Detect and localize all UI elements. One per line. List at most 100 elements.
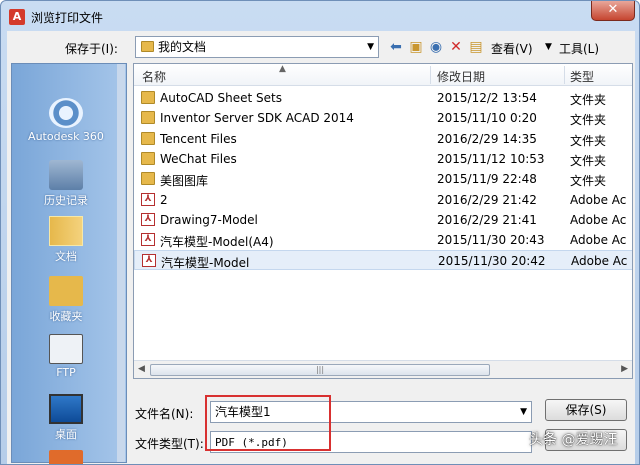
file-name: AutoCAD Sheet Sets xyxy=(160,91,282,105)
file-name: Inventor Server SDK ACAD 2014 xyxy=(160,111,354,126)
search-web-icon[interactable]: ◉ xyxy=(427,38,445,56)
location-value: 我的文档 xyxy=(158,40,207,54)
file-type: 文件夹 xyxy=(570,153,607,168)
file-modified-date: 2015/12/2 13:54 xyxy=(437,91,537,105)
pdf-file-icon: ⅄ xyxy=(142,254,156,268)
favorites-icon xyxy=(49,276,83,306)
tools-menu[interactable]: 工具(L) xyxy=(559,40,599,57)
file-type: 文件夹 xyxy=(570,113,607,128)
scroll-left-icon[interactable]: ◀ xyxy=(138,364,145,374)
place-favorites[interactable]: 收藏夹 xyxy=(12,276,120,324)
place-label: FTP xyxy=(56,366,76,379)
watermark-logo-icon xyxy=(511,433,525,447)
file-type: Adobe Ac xyxy=(571,254,628,269)
place-label: 桌面 xyxy=(55,428,77,441)
desktop-icon xyxy=(49,394,83,424)
chevron-down-icon: ▼ xyxy=(367,42,374,52)
autocad-logo-icon: A xyxy=(9,9,25,25)
place-label: 历史记录 xyxy=(44,194,88,207)
file-type: 文件夹 xyxy=(570,93,607,107)
annotation-highlight-box xyxy=(205,395,331,451)
file-modified-date: 2015/11/9 22:48 xyxy=(437,172,537,187)
file-row[interactable]: 美图图库 2015/11/9 22:48 文件夹 xyxy=(134,169,632,189)
watermark: 头条 @爱踢汪 xyxy=(511,425,637,455)
places-scrollbar[interactable] xyxy=(117,64,125,462)
scroll-right-icon[interactable]: ▶ xyxy=(621,364,628,374)
filetype-label: 文件类型(T): xyxy=(135,437,204,451)
folder-icon xyxy=(141,41,154,52)
place-more[interactable] xyxy=(12,450,120,464)
file-modified-date: 2015/11/30 20:42 xyxy=(438,254,546,269)
up-folder-icon[interactable]: ▣ xyxy=(407,38,425,56)
file-modified-date: 2016/2/29 14:35 xyxy=(437,131,537,146)
file-row[interactable]: Tencent Files 2016/2/29 14:35 文件夹 xyxy=(134,129,632,149)
file-modified-date: 2016/2/29 21:41 xyxy=(437,212,537,227)
file-name: 2 xyxy=(160,192,168,207)
sort-ascending-icon: ▲ xyxy=(279,64,286,74)
column-divider[interactable] xyxy=(430,66,431,84)
place-label: 文档 xyxy=(55,250,77,263)
file-type: 文件夹 xyxy=(570,174,607,189)
column-header-name[interactable]: 名称 xyxy=(142,68,166,85)
file-name: WeChat Files xyxy=(160,151,237,166)
watermark-text: 头条 @爱踢汪 xyxy=(529,432,618,448)
folder-icon xyxy=(49,450,83,464)
file-type: Adobe Ac xyxy=(570,233,627,248)
close-button[interactable]: ✕ xyxy=(591,1,635,21)
file-row[interactable]: ⅄ Drawing7-Model 2016/2/29 21:41 Adobe Ac xyxy=(134,210,632,230)
file-list: 名称 ▲ 修改日期 类型 AutoCAD Sheet Sets 2015/12/2… xyxy=(133,63,633,379)
save-in-label: 保存于(I): xyxy=(65,42,118,56)
file-name: 美图图库 xyxy=(160,174,209,189)
horizontal-scrollbar[interactable]: ◀ ||| ▶ xyxy=(134,360,632,378)
title-bar: A 浏览打印文件 ✕ xyxy=(1,1,639,31)
column-divider[interactable] xyxy=(564,66,565,84)
ftp-icon xyxy=(49,334,83,364)
chevron-down-icon[interactable]: ▼ xyxy=(520,402,527,422)
documents-icon xyxy=(49,216,83,246)
file-row[interactable]: Inventor Server SDK ACAD 2014 2015/11/10 … xyxy=(134,108,632,128)
scrollbar-thumb[interactable]: ||| xyxy=(150,364,490,376)
places-sidebar: Autodesk 360 历史记录 文档 收藏夹 FTP 桌面 xyxy=(11,63,127,464)
save-button[interactable]: 保存(S) xyxy=(545,399,627,421)
place-ftp[interactable]: FTP xyxy=(12,334,120,379)
folder-icon xyxy=(141,111,155,125)
place-documents[interactable]: 文档 xyxy=(12,216,120,264)
delete-icon[interactable]: ✕ xyxy=(447,38,465,56)
folder-icon xyxy=(141,91,155,104)
file-row[interactable]: ⅄ 汽车模型-Model(A4) 2015/11/30 20:43 Adobe Ac xyxy=(134,230,632,250)
folder-icon xyxy=(141,151,155,165)
column-headers: 名称 ▲ 修改日期 类型 xyxy=(134,64,632,86)
file-modified-date: 2015/11/12 10:53 xyxy=(437,151,545,166)
place-label: Autodesk 360 xyxy=(28,130,104,143)
pdf-file-icon: ⅄ xyxy=(141,192,155,206)
column-header-type[interactable]: 类型 xyxy=(570,68,594,85)
file-row[interactable]: ⅄ 2 2016/2/29 21:42 Adobe Ac xyxy=(134,190,632,210)
pdf-file-icon: ⅄ xyxy=(141,212,155,226)
file-modified-date: 2016/2/29 21:42 xyxy=(437,192,537,207)
file-type: Adobe Ac xyxy=(570,192,627,207)
place-desktop[interactable]: 桌面 xyxy=(12,394,120,442)
filename-label: 文件名(N): xyxy=(135,407,194,421)
column-header-modified[interactable]: 修改日期 xyxy=(437,68,485,85)
file-type: 文件夹 xyxy=(570,133,607,148)
file-row[interactable]: ⅄ 汽车模型-Model 2015/11/30 20:42 Adobe Ac xyxy=(134,250,632,271)
dialog-body: 保存于(I): 我的文档 ▼ ⬅ ▣ ◉ ✕ ▤ 查看(V) ▼ 工具(L) A… xyxy=(7,31,635,464)
browse-print-file-dialog: A 浏览打印文件 ✕ 保存于(I): 我的文档 ▼ ⬅ ▣ ◉ ✕ ▤ 查看(V… xyxy=(0,0,640,465)
file-row[interactable]: AutoCAD Sheet Sets 2015/12/2 13:54 文件夹 xyxy=(134,88,632,108)
place-autodesk-360[interactable]: Autodesk 360 xyxy=(12,98,120,143)
file-name: 汽车模型-Model(A4) xyxy=(160,235,274,250)
file-modified-date: 2015/11/30 20:43 xyxy=(437,233,545,248)
location-dropdown[interactable]: 我的文档 ▼ xyxy=(135,36,379,58)
place-label: 收藏夹 xyxy=(49,310,83,323)
file-name: 汽车模型-Model xyxy=(161,256,250,271)
view-dropdown-icon[interactable]: ▼ xyxy=(545,42,552,52)
folder-icon xyxy=(141,131,155,145)
place-history[interactable]: 历史记录 xyxy=(12,160,120,208)
view-menu[interactable]: 查看(V) xyxy=(491,40,533,57)
file-type: Adobe Ac xyxy=(570,212,627,227)
back-icon[interactable]: ⬅ xyxy=(387,38,405,56)
file-name: Tencent Files xyxy=(160,131,237,146)
file-row[interactable]: WeChat Files 2015/11/12 10:53 文件夹 xyxy=(134,149,632,169)
new-folder-icon[interactable]: ▤ xyxy=(467,38,485,56)
folder-icon xyxy=(141,172,155,186)
